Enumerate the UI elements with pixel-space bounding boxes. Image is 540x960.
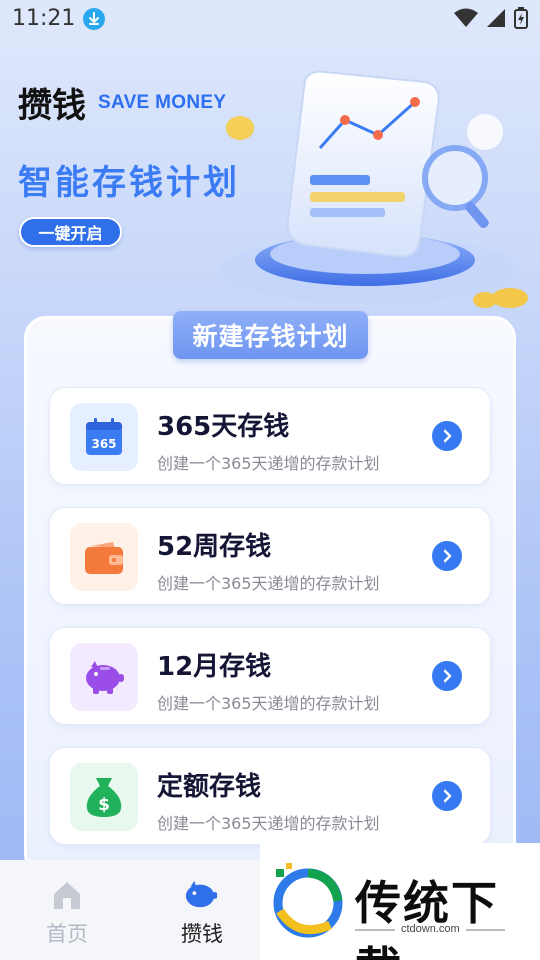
wifi-icon	[454, 8, 478, 27]
plan-title: 52周存钱	[157, 532, 272, 562]
chevron-right-icon[interactable]	[432, 541, 462, 571]
nav-label-save: 攒钱	[181, 922, 223, 946]
plan-card-12-months[interactable]: 12月存钱 创建一个365天递增的存款计划	[49, 627, 491, 725]
plan-description: 创建一个365天递增的存款计划	[157, 454, 380, 473]
chevron-right-icon[interactable]	[432, 661, 462, 691]
one-key-start-button[interactable]: 一键开启	[19, 217, 122, 247]
calendar-365-icon: 365	[86, 418, 122, 455]
page-title: 攒钱	[18, 86, 86, 126]
plan-icon-box: 365	[70, 403, 138, 471]
savings-chart-illustration	[220, 70, 528, 308]
watermark-domain: ctdown.com	[395, 923, 466, 935]
nav-item-save[interactable]: 攒钱	[142, 860, 262, 960]
plan-card-fixed-amount[interactable]: $ 定额存钱 创建一个365天递增的存款计划	[49, 747, 491, 845]
chevron-right-icon[interactable]	[432, 781, 462, 811]
panel-header: 新建存钱计划	[173, 311, 368, 359]
hero-slogan: 智能存钱计划	[18, 163, 240, 203]
status-time: 11:21	[12, 6, 76, 31]
plan-card-365-days[interactable]: 365 365天存钱 创建一个365天递增的存款计划	[49, 387, 491, 485]
watermark-text: 传统下载	[355, 876, 499, 960]
download-icon	[83, 8, 105, 30]
status-bar: 11:21	[0, 0, 540, 38]
plan-icon-box	[70, 643, 138, 711]
status-icons	[454, 7, 528, 29]
plan-title: 365天存钱	[157, 412, 290, 442]
plan-description: 创建一个365天递增的存款计划	[157, 814, 380, 833]
plan-description: 创建一个365天递增的存款计划	[157, 694, 380, 713]
plan-title: 12月存钱	[157, 652, 272, 682]
piggy-bank-icon	[86, 661, 124, 694]
page-subtitle: SAVE MONEY	[98, 92, 227, 113]
plan-icon-box: $	[70, 763, 138, 831]
signal-icon	[487, 9, 505, 27]
money-bag-symbol: $	[98, 795, 110, 815]
nav-label-home: 首页	[46, 922, 88, 946]
plan-title: 定额存钱	[157, 772, 262, 802]
plan-icon-box	[70, 523, 138, 591]
money-bag-icon: $	[86, 778, 122, 817]
watermark: 传统下载 ctdown.com	[260, 843, 540, 960]
watermark-logo-icon	[273, 863, 343, 938]
home-icon	[54, 882, 80, 909]
piggy-bank-icon	[185, 880, 218, 908]
wallet-icon	[85, 542, 123, 574]
nav-item-home[interactable]: 首页	[7, 860, 127, 960]
calendar-365-label: 365	[91, 437, 116, 451]
plan-card-52-weeks[interactable]: 52周存钱 创建一个365天递增的存款计划	[49, 507, 491, 605]
plan-description: 创建一个365天递增的存款计划	[157, 574, 380, 593]
battery-icon	[514, 7, 528, 29]
chevron-right-icon[interactable]	[432, 421, 462, 451]
